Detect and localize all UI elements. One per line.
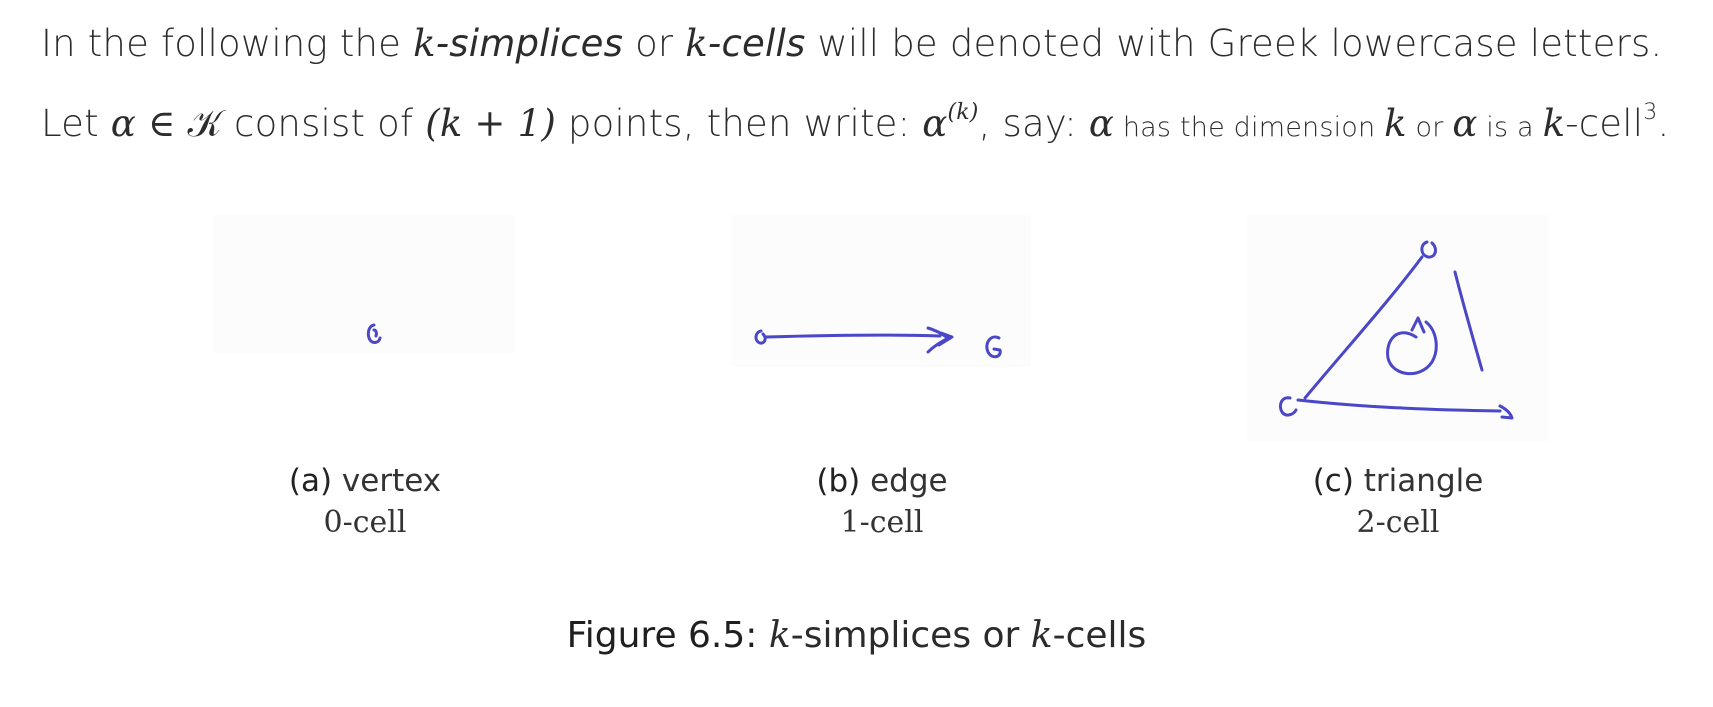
caption-text: -simplices or: [790, 615, 1031, 656]
math-k: k: [768, 615, 791, 656]
subfigure-name: triangle: [1363, 463, 1484, 499]
math-k: k: [1030, 615, 1053, 656]
vertex-sketch: [366, 323, 382, 344]
edge-sketch: [754, 326, 1002, 359]
figure-number: Figure 6.5:: [566, 615, 758, 656]
caption-text: -cells: [1052, 615, 1147, 656]
subfigure-label: (a): [288, 463, 333, 499]
subfigure-cell: 0-cell: [323, 505, 407, 540]
subfigure-cell: 2-cell: [1356, 505, 1440, 540]
hand-drawn-sketches: [366, 240, 1514, 420]
subfigure-a-caption: (a) vertex 0-cell: [214, 463, 516, 540]
subfigure-name: vertex: [341, 463, 442, 499]
subfigure-c-caption: (c) triangle 2-cell: [1247, 463, 1549, 540]
subfigure-name: edge: [870, 463, 948, 499]
subfigure-b-caption: (b) edge 1-cell: [731, 463, 1033, 540]
triangle-sketch: [1278, 240, 1514, 420]
figure-caption: Figure 6.5: k-simplices or k-cells: [0, 615, 1713, 656]
subfigure-label: (c): [1312, 463, 1354, 499]
subfigure-cell: 1-cell: [840, 505, 924, 540]
subfigure-label: (b): [816, 463, 861, 499]
